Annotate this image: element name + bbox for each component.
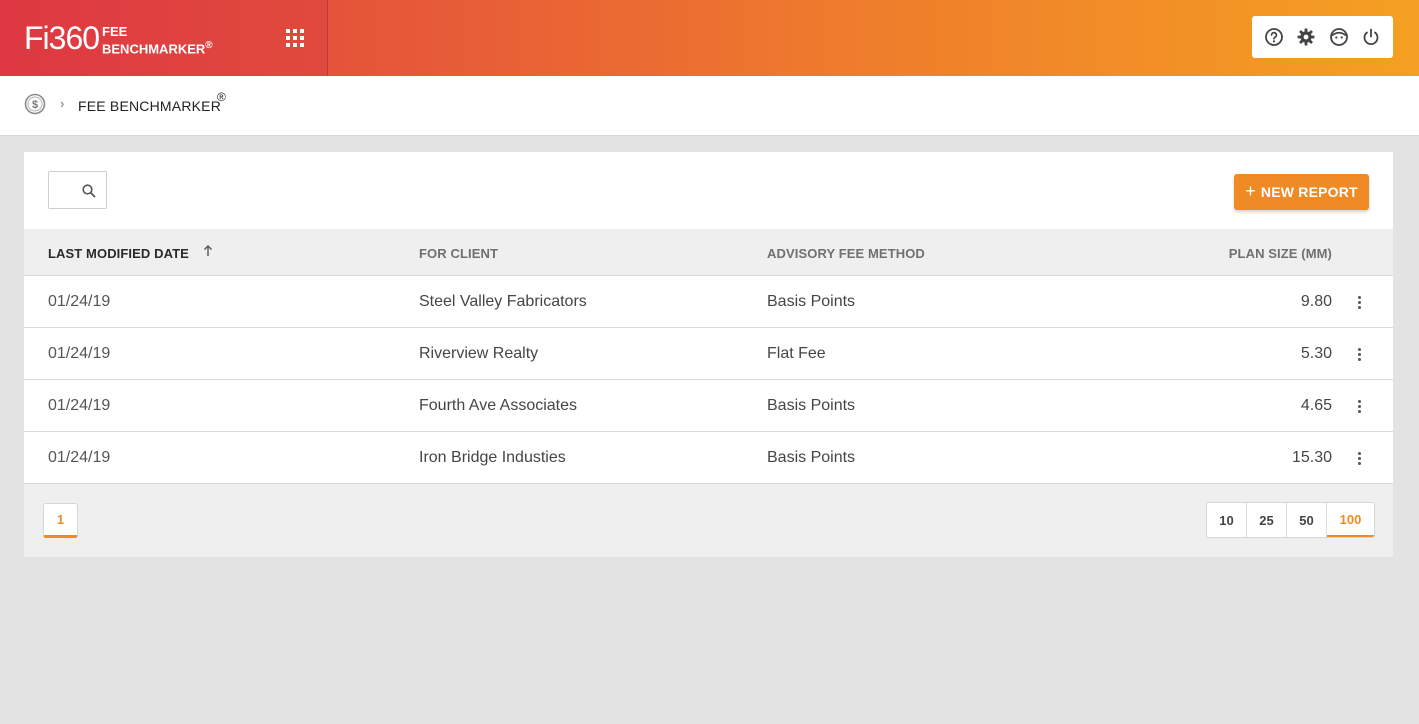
page-size-50[interactable]: 50 (1287, 503, 1327, 537)
breadcrumb-separator: › (60, 96, 65, 111)
top-bar: Fi360 FEE BENCHMARKER® (0, 0, 1419, 76)
breadcrumb: $ › FEE BENCHMARKER ® (0, 76, 1419, 136)
cell-date: 01/24/19 (48, 293, 111, 310)
cell-client: Fourth Ave Associates (419, 397, 578, 414)
page-size-25[interactable]: 25 (1247, 503, 1287, 537)
dollar-circle-icon[interactable]: $ (24, 93, 46, 115)
sort-ascending-icon[interactable] (202, 243, 214, 259)
cell-fee-method: Basis Points (767, 293, 856, 310)
column-header-last-modified[interactable]: LAST MODIFIED DATE (48, 246, 189, 261)
fi360-logo[interactable]: Fi360 (24, 20, 100, 57)
cell-plan-size: 15.30 (1291, 449, 1332, 466)
search-input[interactable] (49, 172, 106, 208)
row-menu-icon[interactable] (1349, 448, 1369, 468)
search-box (48, 171, 107, 209)
cell-fee-method: Basis Points (767, 449, 856, 466)
cell-client: Steel Valley Fabricators (419, 293, 587, 310)
column-header-for-client[interactable]: FOR CLIENT (419, 246, 498, 261)
table-row[interactable]: 01/24/19 Riverview Realty Flat Fee 5.30 (24, 328, 1393, 380)
breadcrumb-reg: ® (217, 90, 226, 104)
row-menu-icon[interactable] (1349, 292, 1369, 312)
row-menu-icon[interactable] (1349, 344, 1369, 364)
header-tools (1252, 16, 1393, 58)
cell-date: 01/24/19 (48, 449, 111, 466)
app-title-reg: ® (205, 40, 213, 51)
page-size-10[interactable]: 10 (1207, 503, 1247, 537)
svg-text:$: $ (32, 99, 38, 111)
cell-plan-size: 4.65 (1300, 397, 1332, 414)
user-icon[interactable] (1328, 26, 1350, 48)
app-title-line1: FEE (102, 24, 128, 39)
new-report-button[interactable]: + NEW REPORT (1234, 174, 1369, 210)
plus-icon: + (1245, 180, 1256, 201)
column-header-advisory-fee-method[interactable]: ADVISORY FEE METHOD (767, 246, 925, 261)
page-button-current[interactable]: 1 (43, 503, 78, 538)
settings-icon[interactable] (1295, 26, 1317, 48)
cell-client: Iron Bridge Industies (419, 449, 566, 466)
search-icon[interactable] (81, 183, 97, 199)
app-title: FEE BENCHMARKER® (102, 25, 213, 56)
cell-fee-method: Basis Points (767, 397, 856, 414)
cell-date: 01/24/19 (48, 345, 111, 362)
new-report-label: NEW REPORT (1260, 184, 1358, 200)
breadcrumb-current: FEE BENCHMARKER (78, 98, 222, 114)
cell-client: Riverview Realty (419, 345, 539, 362)
cell-date: 01/24/19 (48, 397, 111, 414)
table-row[interactable]: 01/24/19 Fourth Ave Associates Basis Poi… (24, 380, 1393, 432)
table-header: LAST MODIFIED DATE FOR CLIENT ADVISORY F… (24, 229, 1393, 276)
power-icon[interactable] (1360, 26, 1382, 48)
cell-plan-size: 5.30 (1300, 345, 1332, 362)
page-size-selector: 10 25 50 100 (1206, 502, 1375, 538)
column-header-plan-size[interactable]: PLAN SIZE (MM) (1229, 246, 1332, 261)
apps-grid-icon[interactable] (286, 29, 304, 47)
help-icon[interactable] (1263, 26, 1285, 48)
page-size-100[interactable]: 100 (1327, 503, 1374, 537)
row-menu-icon[interactable] (1349, 396, 1369, 416)
cell-plan-size: 9.80 (1300, 293, 1332, 310)
cell-fee-method: Flat Fee (767, 345, 826, 362)
table-footer: 1 10 25 50 100 (24, 484, 1393, 557)
table-row[interactable]: 01/24/19 Steel Valley Fabricators Basis … (24, 276, 1393, 328)
table-row[interactable]: 01/24/19 Iron Bridge Industies Basis Poi… (24, 432, 1393, 484)
reports-card: + NEW REPORT LAST MODIFIED DATE FOR CLIE… (24, 152, 1393, 557)
app-title-line2: BENCHMARKER (102, 41, 206, 57)
brand-block: Fi360 FEE BENCHMARKER® (0, 0, 328, 76)
